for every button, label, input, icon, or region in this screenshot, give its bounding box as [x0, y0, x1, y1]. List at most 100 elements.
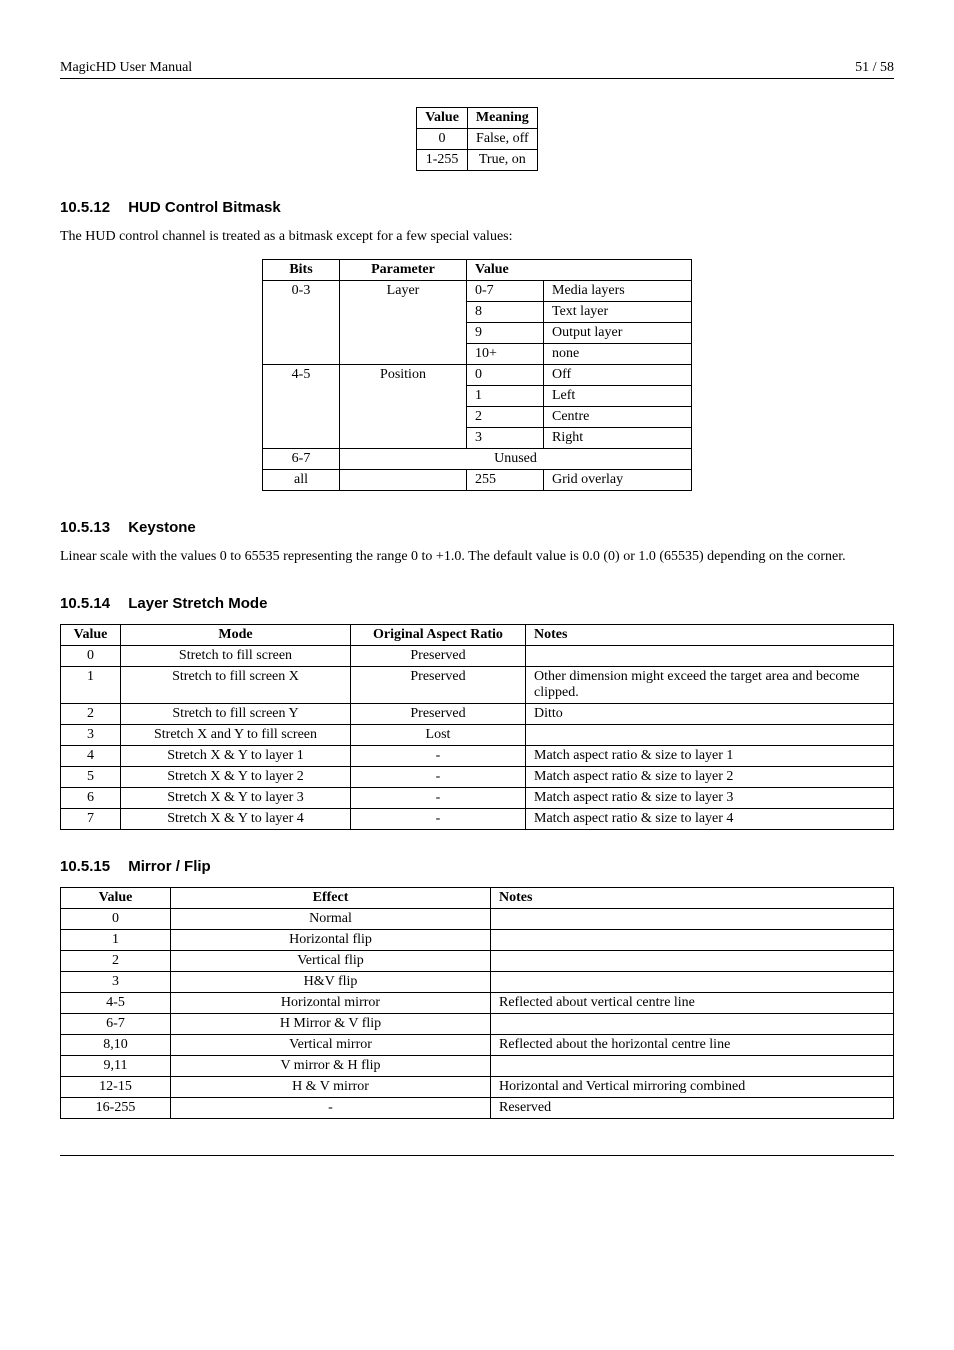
table-row: 3Stretch X and Y to fill screenLost — [61, 724, 894, 745]
header-right: 51 / 58 — [855, 60, 894, 76]
cell-mode: Stretch X and Y to fill screen — [121, 724, 351, 745]
cell-subvalue: 1 — [467, 385, 544, 406]
cell-notes: Other dimension might exceed the target … — [526, 666, 894, 703]
cell-subvalue: 2 — [467, 406, 544, 427]
section-number: 10.5.12 — [60, 199, 110, 216]
col-value: Value — [61, 624, 121, 645]
section-number: 10.5.14 — [60, 595, 110, 612]
table-row: 12-15H & V mirrorHorizontal and Vertical… — [61, 1076, 894, 1097]
cell-notes: Horizontal and Vertical mirroring combin… — [491, 1076, 894, 1097]
table-header-row: Bits Parameter Value — [263, 259, 692, 280]
table-row: 2Vertical flip — [61, 950, 894, 971]
cell-desc: none — [544, 343, 692, 364]
cell-subvalue: 8 — [467, 301, 544, 322]
table-row: 6-7 Unused — [263, 448, 692, 469]
cell-notes — [491, 950, 894, 971]
table-row: 16-255-Reserved — [61, 1097, 894, 1118]
cell-effect: V mirror & H flip — [171, 1055, 491, 1076]
cell-mode: Stretch X & Y to layer 3 — [121, 787, 351, 808]
cell-desc: Output layer — [544, 322, 692, 343]
page-header: MagicHD User Manual 51 / 58 — [60, 60, 894, 79]
hud-bitmask-table: Bits Parameter Value 0-3 Layer 0-7 Media… — [262, 259, 692, 491]
cell-bits: 0-3 — [263, 280, 340, 364]
cell-value: 9,11 — [61, 1055, 171, 1076]
cell-effect: H Mirror & V flip — [171, 1013, 491, 1034]
cell-desc: Left — [544, 385, 692, 406]
cell-ratio: Preserved — [351, 666, 526, 703]
cell-mode: Stretch X & Y to layer 4 — [121, 808, 351, 829]
cell-desc: Off — [544, 364, 692, 385]
cell-ratio: Preserved — [351, 703, 526, 724]
section-intro: The HUD control channel is treated as a … — [60, 228, 894, 247]
cell-desc: Media layers — [544, 280, 692, 301]
cell-subvalue: 0 — [467, 364, 544, 385]
cell-subvalue: 3 — [467, 427, 544, 448]
cell-value: 0 — [61, 908, 171, 929]
table-row: 0 False, off — [417, 129, 538, 150]
cell-notes: Reflected about the horizontal centre li… — [491, 1034, 894, 1055]
table-row: 1-255 True, on — [417, 150, 538, 171]
stretch-mode-table: Value Mode Original Aspect Ratio Notes 0… — [60, 624, 894, 830]
cell-value: 12-15 — [61, 1076, 171, 1097]
cell-bits: 6-7 — [263, 448, 340, 469]
cell-effect: Horizontal flip — [171, 929, 491, 950]
col-effect: Effect — [171, 887, 491, 908]
cell-value: 3 — [61, 971, 171, 992]
cell-notes — [491, 1013, 894, 1034]
col-value: Value — [417, 108, 468, 129]
section-heading-hud: 10.5.12 HUD Control Bitmask — [60, 199, 894, 216]
cell-value: 8,10 — [61, 1034, 171, 1055]
cell-desc: Right — [544, 427, 692, 448]
cell-value: 7 — [61, 808, 121, 829]
col-notes: Notes — [491, 887, 894, 908]
cell-param — [340, 469, 467, 490]
value-meaning-table: Value Meaning 0 False, off 1-255 True, o… — [416, 107, 538, 171]
table-row: 6-7H Mirror & V flip — [61, 1013, 894, 1034]
cell-desc: Centre — [544, 406, 692, 427]
table-row: 0-3 Layer 0-7 Media layers — [263, 280, 692, 301]
table-row: 1Stretch to fill screen XPreservedOther … — [61, 666, 894, 703]
table-row: 0Normal — [61, 908, 894, 929]
footer-rule — [60, 1155, 894, 1156]
cell-notes: Reflected about vertical centre line — [491, 992, 894, 1013]
cell-notes: Match aspect ratio & size to layer 2 — [526, 766, 894, 787]
cell-param: Position — [340, 364, 467, 448]
cell-bits: all — [263, 469, 340, 490]
table-row: 2Stretch to fill screen YPreservedDitto — [61, 703, 894, 724]
section-heading-stretch: 10.5.14 Layer Stretch Mode — [60, 595, 894, 612]
cell-value: 3 — [61, 724, 121, 745]
cell-ratio: Preserved — [351, 645, 526, 666]
cell-notes: Ditto — [526, 703, 894, 724]
cell-value: 0 — [417, 129, 468, 150]
section-title: Keystone — [128, 519, 196, 536]
cell-value: 6-7 — [61, 1013, 171, 1034]
section-title: Layer Stretch Mode — [128, 595, 267, 612]
cell-value: 5 — [61, 766, 121, 787]
cell-value: 2 — [61, 703, 121, 724]
cell-subvalue: 255 — [467, 469, 544, 490]
cell-subvalue: 0-7 — [467, 280, 544, 301]
table-row: 4-5Horizontal mirrorReflected about vert… — [61, 992, 894, 1013]
cell-value: 1 — [61, 929, 171, 950]
table-row: 5Stretch X & Y to layer 2-Match aspect r… — [61, 766, 894, 787]
section-heading-keystone: 10.5.13 Keystone — [60, 519, 894, 536]
cell-effect: H & V mirror — [171, 1076, 491, 1097]
cell-value: 1 — [61, 666, 121, 703]
cell-meaning: False, off — [467, 129, 537, 150]
col-notes: Notes — [526, 624, 894, 645]
cell-mode: Stretch to fill screen Y — [121, 703, 351, 724]
cell-unused: Unused — [340, 448, 692, 469]
cell-effect: Vertical mirror — [171, 1034, 491, 1055]
table-row: 3H&V flip — [61, 971, 894, 992]
section-heading-mirror: 10.5.15 Mirror / Flip — [60, 858, 894, 875]
cell-mode: Stretch X & Y to layer 2 — [121, 766, 351, 787]
table-row: 8,10Vertical mirrorReflected about the h… — [61, 1034, 894, 1055]
cell-notes: Match aspect ratio & size to layer 1 — [526, 745, 894, 766]
cell-value: 16-255 — [61, 1097, 171, 1118]
cell-mode: Stretch to fill screen — [121, 645, 351, 666]
table-row: 7Stretch X & Y to layer 4-Match aspect r… — [61, 808, 894, 829]
table-row: 6Stretch X & Y to layer 3-Match aspect r… — [61, 787, 894, 808]
section-title: Mirror / Flip — [128, 858, 211, 875]
cell-value: 0 — [61, 645, 121, 666]
cell-subvalue: 10+ — [467, 343, 544, 364]
